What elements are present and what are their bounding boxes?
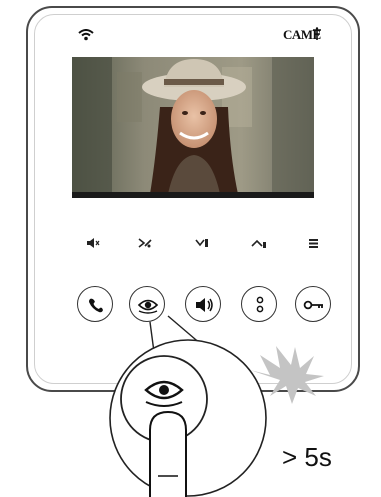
hold-duration-label: > 5s [282, 442, 332, 472]
magnifier-callout [109, 315, 324, 497]
intercom-illustration: CAME > 5s [0, 0, 381, 497]
